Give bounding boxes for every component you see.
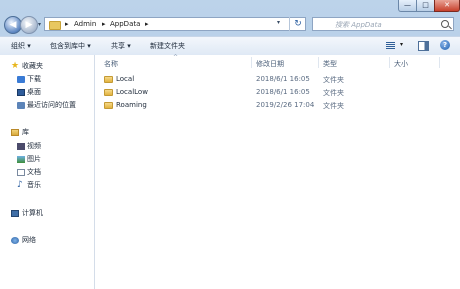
file-name: Roaming xyxy=(116,101,147,109)
command-bar: 组织 ▾ 包含到库中 ▾ 共享 ▾ 新建文件夹 ▾ ? xyxy=(0,36,460,56)
star-icon: ★ xyxy=(11,61,20,71)
address-dropdown[interactable]: ▾ xyxy=(277,19,280,26)
navigation-pane: ★ 收藏夹 下载 桌面 最近访问的位置 库 视频 图片 文档 ♪ 音乐 计算机 … xyxy=(0,55,95,289)
file-type: 文件夹 xyxy=(323,102,344,110)
file-type: 文件夹 xyxy=(323,76,344,84)
search-input[interactable]: 搜索 AppData xyxy=(335,20,382,30)
close-button[interactable]: ✕ xyxy=(434,0,460,12)
music-icon: ♪ xyxy=(17,180,23,190)
breadcrumb-arrow[interactable]: ▸ xyxy=(65,20,69,28)
recent-pages-dropdown[interactable]: ▾ xyxy=(38,21,41,28)
help-icon[interactable]: ? xyxy=(440,40,450,50)
minimize-button[interactable]: — xyxy=(398,0,417,12)
column-header-date[interactable]: 修改日期 xyxy=(256,59,284,69)
sort-arrow-icon: ^ xyxy=(173,54,179,61)
nav-item-label: 最近访问的位置 xyxy=(27,101,76,109)
column-divider[interactable] xyxy=(318,57,319,68)
nav-computer-label: 计算机 xyxy=(22,209,43,217)
column-divider[interactable] xyxy=(389,57,390,68)
file-row[interactable]: Roaming 2019/2/26 17:04 文件夹 xyxy=(95,100,460,112)
desktop-icon xyxy=(17,89,25,96)
computer-icon xyxy=(11,210,19,217)
nav-item-label: 下载 xyxy=(27,75,41,83)
view-options-icon[interactable] xyxy=(386,42,395,49)
nav-item-label: 音乐 xyxy=(27,181,41,189)
video-icon xyxy=(17,143,25,150)
file-row[interactable]: Local 2018/6/1 16:05 文件夹 xyxy=(95,74,460,86)
nav-network-label: 网络 xyxy=(22,236,36,244)
library-icon xyxy=(11,129,19,136)
nav-item-label: 视频 xyxy=(27,142,41,150)
download-icon xyxy=(17,76,25,83)
nav-item-label: 文档 xyxy=(27,168,41,176)
forward-button[interactable]: ▶ xyxy=(20,16,38,34)
column-header-name[interactable]: 名称 xyxy=(104,59,118,69)
nav-favorites-label: 收藏夹 xyxy=(22,62,43,70)
nav-libraries-label: 库 xyxy=(22,128,29,136)
column-divider[interactable] xyxy=(251,57,252,68)
file-name: Local xyxy=(116,75,135,83)
view-dropdown[interactable]: ▾ xyxy=(400,41,403,48)
file-list: 名称 ^ 修改日期 类型 大小 Local 2018/6/1 16:05 文件夹… xyxy=(95,54,460,289)
column-divider[interactable] xyxy=(439,57,440,68)
file-date: 2018/6/1 16:05 xyxy=(256,88,310,96)
include-in-library-menu[interactable]: 包含到库中 ▾ xyxy=(50,41,91,51)
breadcrumb-arrow[interactable]: ▸ xyxy=(102,20,106,28)
folder-icon xyxy=(104,102,113,109)
organize-menu[interactable]: 组织 ▾ xyxy=(11,41,31,51)
column-header-type[interactable]: 类型 xyxy=(323,59,337,69)
file-date: 2019/2/26 17:04 xyxy=(256,101,315,109)
breadcrumb-appdata[interactable]: AppData xyxy=(110,20,140,28)
refresh-button[interactable]: ↻ xyxy=(289,17,306,31)
share-menu[interactable]: 共享 ▾ xyxy=(111,41,131,51)
folder-icon xyxy=(104,76,113,83)
new-folder-button[interactable]: 新建文件夹 xyxy=(150,41,185,51)
column-header-size[interactable]: 大小 xyxy=(394,59,408,69)
recent-places-icon xyxy=(17,102,25,109)
folder-icon xyxy=(49,21,61,30)
file-date: 2018/6/1 16:05 xyxy=(256,75,310,83)
file-name: LocalLow xyxy=(116,88,148,96)
network-icon xyxy=(11,237,19,244)
address-bar[interactable]: ▸ Admin ▸ AppData ▸ xyxy=(44,17,306,31)
folder-icon xyxy=(104,89,113,96)
preview-pane-icon[interactable] xyxy=(418,41,429,51)
search-icon[interactable] xyxy=(441,20,449,28)
picture-icon xyxy=(17,156,25,163)
breadcrumb-admin[interactable]: Admin xyxy=(74,20,96,28)
nav-item-label: 桌面 xyxy=(27,88,41,96)
document-icon xyxy=(17,169,25,176)
search-box[interactable]: 搜索 AppData xyxy=(312,17,454,31)
file-type: 文件夹 xyxy=(323,89,344,97)
maximize-button[interactable]: □ xyxy=(416,0,435,12)
file-row[interactable]: LocalLow 2018/6/1 16:05 文件夹 xyxy=(95,87,460,99)
explorer-window: — □ ✕ ◀ ▶ ▾ ▸ Admin ▸ AppData ▸ ▾ ↻ 搜索 A… xyxy=(0,0,460,289)
breadcrumb-arrow[interactable]: ▸ xyxy=(145,20,149,28)
nav-item-label: 图片 xyxy=(27,155,41,163)
